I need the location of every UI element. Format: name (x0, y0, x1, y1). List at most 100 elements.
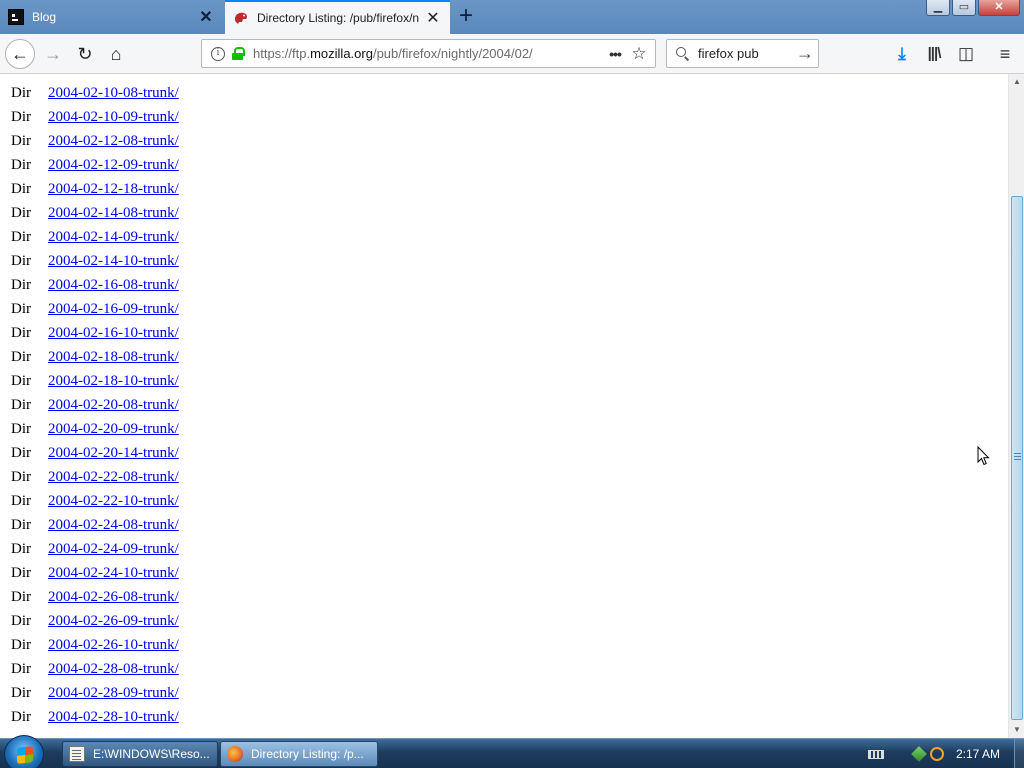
entry-type: Dir (11, 252, 31, 269)
entry-type: Dir (11, 708, 31, 725)
entry-type: Dir (11, 204, 31, 221)
page-actions-icon[interactable]: ••• (603, 46, 627, 62)
directory-link[interactable]: 2004-02-12-18-trunk/ (48, 181, 179, 198)
entry-type: Dir (11, 468, 31, 485)
url-text[interactable]: https://ftp.mozilla.org/pub/firefox/nigh… (253, 46, 603, 61)
bookmark-star-icon[interactable]: ☆ (627, 44, 651, 64)
entry-type: Dir (11, 372, 31, 389)
directory-link[interactable]: 2004-02-12-08-trunk/ (48, 133, 179, 150)
close-tab-icon[interactable]: ✕ (422, 8, 444, 28)
entry-type: Dir (11, 564, 31, 581)
entry-type: Dir (11, 108, 31, 125)
minimize-button[interactable]: ▁ (926, 0, 950, 16)
directory-link[interactable]: 2004-02-16-08-trunk/ (48, 277, 179, 294)
directory-link[interactable]: 2004-02-26-08-trunk/ (48, 589, 179, 606)
tab-blog[interactable]: Blog ✕ (0, 0, 223, 34)
start-button[interactable] (4, 735, 44, 768)
directory-link[interactable]: 2004-02-18-08-trunk/ (48, 349, 179, 366)
reload-button[interactable]: ↻ (70, 39, 100, 69)
directory-link[interactable]: 2004-02-14-08-trunk/ (48, 205, 179, 222)
taskbar-item-firefox[interactable]: Directory Listing: /p... (220, 741, 378, 767)
sidebar-icon[interactable]: ◫ (953, 41, 979, 67)
directory-link[interactable]: 2004-02-28-10-trunk/ (48, 709, 179, 726)
lock-icon (232, 47, 245, 60)
home-button[interactable]: ⌂ (101, 39, 131, 69)
entry-type: Dir (11, 444, 31, 461)
taskbar: E:\WINDOWS\Reso... Directory Listing: /p… (0, 735, 1024, 768)
search-bar[interactable]: firefox pub → (666, 39, 819, 68)
taskbar-item-label: E:\WINDOWS\Reso... (93, 747, 210, 761)
directory-link[interactable]: 2004-02-28-09-trunk/ (48, 685, 179, 702)
directory-link[interactable]: 2004-02-14-10-trunk/ (48, 253, 179, 270)
tab-strip: Blog ✕ Directory Listing: /pub/firefox/n… (0, 0, 1024, 34)
directory-link[interactable]: 2004-02-10-08-trunk/ (48, 85, 179, 102)
scroll-down-arrow-icon[interactable]: ▼ (1009, 722, 1024, 738)
search-tray-icon[interactable] (929, 747, 944, 761)
new-tab-button[interactable]: + (453, 3, 479, 29)
entry-type: Dir (11, 396, 31, 413)
directory-link[interactable]: 2004-02-14-09-trunk/ (48, 229, 179, 246)
back-button[interactable]: ← (5, 39, 35, 69)
entry-type: Dir (11, 516, 31, 533)
show-desktop-button[interactable] (1014, 739, 1024, 768)
directory-link[interactable]: 2004-02-26-10-trunk/ (48, 637, 179, 654)
scroll-up-arrow-icon[interactable]: ▲ (1009, 74, 1024, 90)
network-icon[interactable] (911, 746, 927, 762)
entry-type: Dir (11, 420, 31, 437)
search-icon (676, 46, 690, 61)
directory-link[interactable]: 2004-02-26-09-trunk/ (48, 613, 179, 630)
directory-link[interactable]: 2004-02-22-10-trunk/ (48, 493, 179, 510)
entry-type: Dir (11, 348, 31, 365)
close-tab-icon[interactable]: ✕ (195, 7, 217, 27)
entry-type: Dir (11, 540, 31, 557)
entry-type: Dir (11, 636, 31, 653)
scrollbar-grip-icon (1014, 453, 1021, 460)
directory-link[interactable]: 2004-02-18-10-trunk/ (48, 373, 179, 390)
mozilla-dino-favicon-icon (233, 10, 249, 26)
url-bar[interactable]: i https://ftp.mozilla.org/pub/firefox/ni… (201, 39, 656, 68)
directory-link[interactable]: 2004-02-20-14-trunk/ (48, 445, 179, 462)
taskbar-item-notepad[interactable]: E:\WINDOWS\Reso... (62, 741, 218, 767)
search-input[interactable]: firefox pub (698, 46, 792, 61)
entry-type: Dir (11, 300, 31, 317)
maximize-button[interactable]: ▭ (952, 0, 976, 16)
scrollbar-thumb[interactable] (1011, 196, 1023, 720)
tab-title: Blog (32, 10, 57, 24)
directory-link[interactable]: 2004-02-12-09-trunk/ (48, 157, 179, 174)
entry-type: Dir (11, 156, 31, 173)
url-host: mozilla.org (310, 46, 373, 61)
directory-link[interactable]: 2004-02-16-10-trunk/ (48, 325, 179, 342)
entry-type: Dir (11, 588, 31, 605)
directory-link[interactable]: 2004-02-24-10-trunk/ (48, 565, 179, 582)
clock[interactable]: 2:17 AM (956, 747, 1000, 761)
nav-toolbar: ← → ↻ ⌂ i https://ftp.mozilla.org/pub/fi… (0, 34, 1024, 74)
vertical-scrollbar[interactable]: ▲ ▼ (1008, 74, 1024, 738)
forward-button[interactable]: → (38, 39, 68, 69)
page-content: Dir 2004-02-10-08-trunk/Dir 2004-02-10-09-… (0, 74, 1008, 738)
search-go-icon[interactable]: → (792, 43, 818, 64)
directory-link[interactable]: 2004-02-24-09-trunk/ (48, 541, 179, 558)
window-controls: ▁ ▭ ✕ (924, 0, 1020, 16)
directory-link[interactable]: 2004-02-20-09-trunk/ (48, 421, 179, 438)
directory-link[interactable]: 2004-02-28-08-trunk/ (48, 661, 179, 678)
keyboard-icon[interactable] (867, 749, 884, 759)
close-window-button[interactable]: ✕ (978, 0, 1020, 16)
directory-link[interactable]: 2004-02-16-09-trunk/ (48, 301, 179, 318)
directory-link[interactable]: 2004-02-20-08-trunk/ (48, 397, 179, 414)
tab-directory-listing[interactable]: Directory Listing: /pub/firefox/n ✕ (225, 0, 450, 34)
url-prefix: https://ftp. (253, 46, 311, 61)
menu-icon[interactable]: ≡ (992, 41, 1018, 67)
blog-favicon-icon (8, 9, 24, 25)
entry-type: Dir (11, 660, 31, 677)
system-tray: 2:17 AM (867, 739, 1024, 768)
library-icon[interactable]: |||\ (921, 41, 947, 67)
entry-type: Dir (11, 180, 31, 197)
download-icon[interactable]: ⤓ (889, 41, 915, 67)
directory-link[interactable]: 2004-02-10-09-trunk/ (48, 109, 179, 126)
tab-title: Directory Listing: /pub/firefox/n (257, 11, 420, 25)
directory-link[interactable]: 2004-02-22-08-trunk/ (48, 469, 179, 486)
site-info-icon[interactable]: i (211, 46, 225, 61)
entry-type: Dir (11, 324, 31, 341)
entry-type: Dir (11, 684, 31, 701)
directory-link[interactable]: 2004-02-24-08-trunk/ (48, 517, 179, 534)
